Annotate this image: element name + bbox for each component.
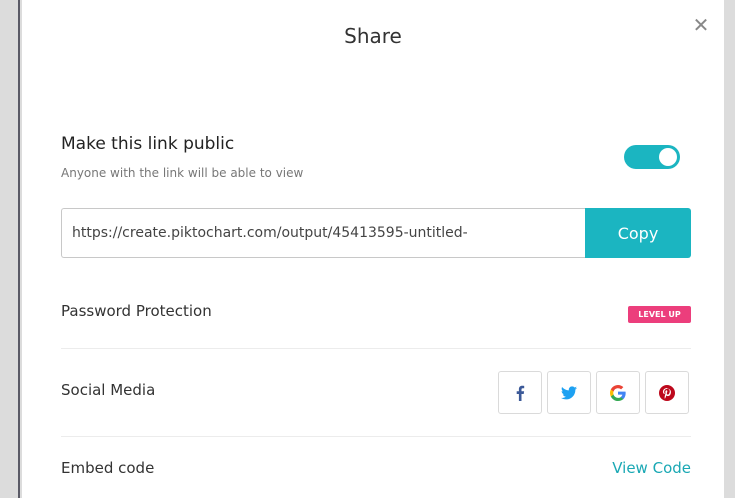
embed-code-label: Embed code [61, 459, 155, 477]
facebook-icon [516, 385, 525, 401]
close-icon: ✕ [692, 13, 710, 37]
password-protection-label: Password Protection [61, 302, 212, 320]
divider [61, 436, 691, 437]
pinterest-icon [659, 384, 675, 401]
modal-title: Share [344, 24, 402, 48]
google-icon [610, 384, 626, 401]
close-button[interactable]: ✕ [690, 13, 712, 37]
facebook-share-button[interactable] [498, 371, 542, 414]
pinterest-share-button[interactable] [645, 371, 689, 414]
public-link-toggle[interactable] [624, 145, 680, 169]
copy-button[interactable]: Copy [585, 208, 691, 258]
social-media-label: Social Media [61, 381, 156, 399]
public-link-subtitle: Anyone with the link will be able to vie… [61, 166, 304, 180]
background-right-edge [724, 0, 735, 498]
google-share-button[interactable] [596, 371, 640, 414]
social-share-buttons [498, 371, 689, 414]
public-link-title: Make this link public [61, 134, 235, 154]
share-url-input[interactable] [61, 208, 585, 258]
share-modal: Share ✕ Make this link public Anyone wit… [22, 0, 724, 498]
twitter-icon [561, 385, 577, 399]
level-up-badge[interactable]: LEVEL UP [628, 306, 691, 323]
twitter-share-button[interactable] [547, 371, 591, 414]
view-code-link[interactable]: View Code [612, 459, 691, 477]
background-left-edge [0, 0, 20, 498]
toggle-knob [659, 148, 677, 166]
divider [61, 348, 691, 349]
